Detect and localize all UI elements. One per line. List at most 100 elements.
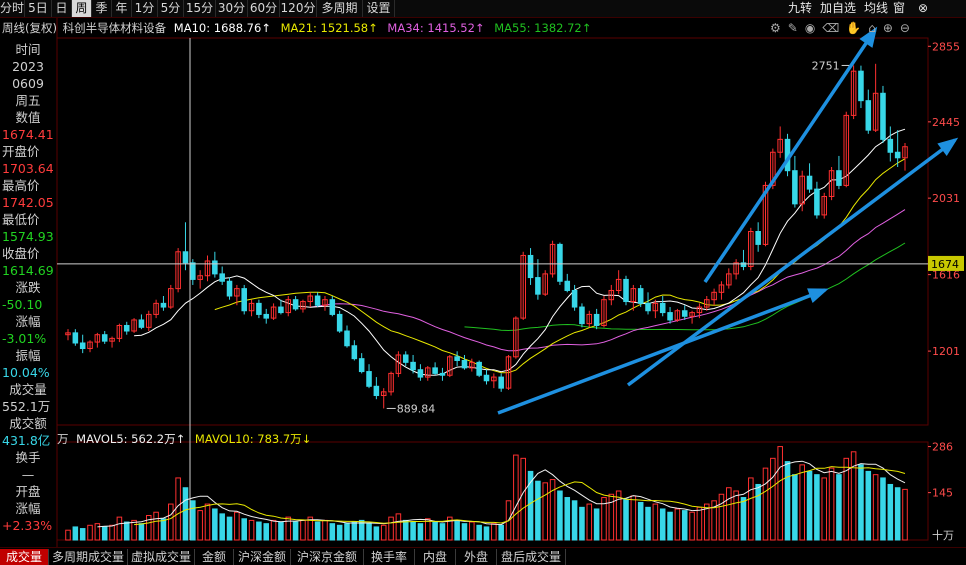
lock-icon[interactable]: ⌂ [868, 21, 883, 35]
volume-bar [571, 500, 578, 541]
draw-icon[interactable]: ✎ [788, 21, 805, 35]
candle-body [564, 280, 571, 291]
date-value: 0609 [12, 76, 44, 91]
period-button-0[interactable]: 分时 [0, 0, 25, 17]
volume-bar [292, 521, 299, 541]
volume-bar [351, 521, 358, 541]
period-button-2[interactable]: 日 [52, 0, 72, 17]
volume-bar [336, 524, 343, 541]
candle-body [373, 385, 380, 397]
volume-bar [755, 483, 761, 541]
volume-bar [615, 490, 622, 541]
indicator-tab-9[interactable]: 盘后成交量 [497, 549, 566, 565]
volume-bar [814, 474, 820, 541]
settings-icon[interactable]: ⚙ [770, 21, 788, 35]
vol-value: 552.1万 [2, 399, 51, 414]
indicator-tab-8[interactable]: 外盘 [456, 549, 497, 565]
high-value: 1742.05 [2, 195, 54, 210]
period-button-7[interactable]: 5分 [158, 0, 184, 17]
period-button-10[interactable]: 60分 [248, 0, 280, 17]
indicator-tab-5[interactable]: 沪深京金额 [291, 549, 364, 565]
trash-icon[interactable]: ⌫ [822, 21, 846, 35]
legend-title: 周线(复权) [2, 21, 57, 35]
candle-body [557, 243, 563, 282]
volume-bar [733, 490, 739, 541]
volume-bar [689, 511, 695, 541]
kline-chart[interactable]: 285524452031161612011674889.842751286145… [0, 0, 966, 564]
candle-body [880, 92, 886, 140]
volume-bar [784, 461, 791, 541]
candle-body [806, 175, 813, 190]
volume-bar [366, 523, 372, 541]
toolbar-right-button-1[interactable]: 加自选 [820, 0, 856, 17]
indicator-tab-1[interactable]: 多周期成交量 [49, 549, 128, 565]
candle-body [256, 302, 262, 315]
crosshair-price-label: 1674 [931, 258, 959, 271]
candle-body [814, 188, 820, 216]
candle-body [292, 299, 299, 310]
indicator-tab-6[interactable]: 换手率 [364, 549, 415, 565]
indicator-tab-4[interactable]: 沪深金额 [234, 549, 291, 565]
candle-body [329, 299, 336, 315]
indicator-tab-0[interactable]: 成交量 [0, 549, 49, 565]
volume-bar [116, 516, 123, 541]
volume-bar [123, 521, 130, 541]
volume-bar [190, 500, 196, 541]
period-button-6[interactable]: 1分 [132, 0, 158, 17]
volume-bar [667, 511, 673, 541]
weekday-value: 周五 [15, 93, 41, 108]
indicator-tab-3[interactable]: 金额 [195, 549, 234, 565]
candle-body [659, 302, 666, 314]
price-axis-label: 2445 [932, 116, 960, 129]
trend-arrow-1-head [807, 288, 829, 304]
volume-bar [204, 503, 211, 541]
period-button-4[interactable]: 季 [92, 0, 112, 17]
trend-arrow-2-head [937, 137, 959, 156]
candle-body [623, 278, 629, 303]
indicator-tab-7[interactable]: 内盘 [415, 549, 456, 565]
volume-bar [696, 506, 703, 541]
toolbar-right-button-0[interactable]: 九转 [788, 0, 812, 17]
period-button-12[interactable]: 多周期 [317, 0, 363, 17]
period-button-13[interactable]: 设置 [363, 0, 395, 17]
legend-mavol10: MAVOL10: 783.7万↓ [194, 432, 312, 446]
volume-bar [138, 523, 145, 541]
toolbar-right-button-3[interactable]: 窗 [893, 0, 905, 17]
period-button-11[interactable]: 120分 [280, 0, 317, 17]
candle-body [681, 310, 688, 317]
price-axis-label: 2031 [932, 192, 960, 205]
zoom-out-icon[interactable]: ⊖ [900, 21, 917, 35]
hand-icon[interactable]: ✋ [846, 21, 868, 35]
ma34-line [310, 209, 906, 352]
candle-body [219, 273, 225, 282]
volume-bar [762, 467, 769, 541]
volume-bar [718, 493, 725, 541]
volume-bar [256, 521, 262, 541]
close-value: 1614.69 [2, 263, 54, 278]
toolbar-right-button-2[interactable]: 均线 [864, 0, 888, 17]
volume-bar [872, 474, 879, 541]
period-button-8[interactable]: 15分 [184, 0, 216, 17]
candle-body [571, 289, 578, 308]
period-button-5[interactable]: 年 [112, 0, 132, 17]
price-legend: 周线(复权) 科创半导体材料设备 MA10: 1688.76↑ MA21: 15… [2, 20, 591, 36]
indicator-tab-2[interactable]: 虚拟成交量 [128, 549, 195, 565]
low-label: 最低价 [2, 212, 40, 227]
period-button-9[interactable]: 30分 [216, 0, 248, 17]
candle-body [160, 302, 167, 308]
eye-icon[interactable]: ◉ [805, 21, 822, 35]
candle-body [637, 288, 644, 304]
volume-bar [388, 516, 394, 541]
period-button-1[interactable]: 5日 [25, 0, 52, 17]
toolbar-right-button-4[interactable]: ⊗ [918, 0, 928, 17]
period-button-3[interactable]: 周 [72, 0, 92, 17]
volume-bar [726, 487, 732, 541]
volume-bar [212, 508, 218, 541]
candle-body [755, 231, 761, 245]
volume-bar [461, 523, 468, 541]
volume-bar [748, 477, 754, 541]
candle-body [336, 313, 343, 332]
candle-body [454, 356, 460, 362]
zoom-in-icon[interactable]: ⊕ [883, 21, 900, 35]
volume-bar [219, 513, 225, 541]
